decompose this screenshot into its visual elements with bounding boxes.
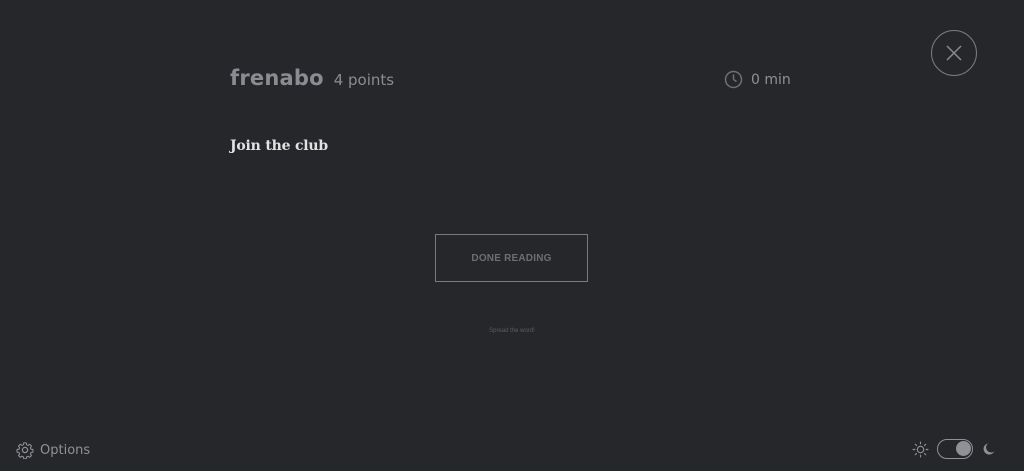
theme-toggle[interactable] xyxy=(937,439,973,459)
reader-page: frenabo 4 points 0 min Join the club DON… xyxy=(0,0,1024,471)
read-time-value: 0 min xyxy=(751,71,791,88)
close-icon xyxy=(946,45,962,61)
points-count: 4 points xyxy=(333,71,395,89)
close-button[interactable] xyxy=(931,30,977,76)
sun-icon[interactable] xyxy=(912,440,929,458)
clock-icon xyxy=(724,70,743,89)
story-text: Join the club xyxy=(230,138,328,154)
read-time: 0 min xyxy=(724,70,791,89)
theme-switcher xyxy=(912,439,997,459)
spread-the-word-link[interactable]: Spread the word! xyxy=(0,328,1024,334)
author-name[interactable]: frenabo xyxy=(230,66,324,90)
story-header: frenabo 4 points xyxy=(230,66,394,90)
done-reading-button[interactable]: DONE READING xyxy=(435,234,588,282)
options-button[interactable]: Options xyxy=(16,441,90,459)
moon-icon[interactable] xyxy=(981,441,997,457)
theme-toggle-knob xyxy=(956,441,971,456)
options-label: Options xyxy=(40,442,91,458)
gear-icon xyxy=(16,442,34,459)
